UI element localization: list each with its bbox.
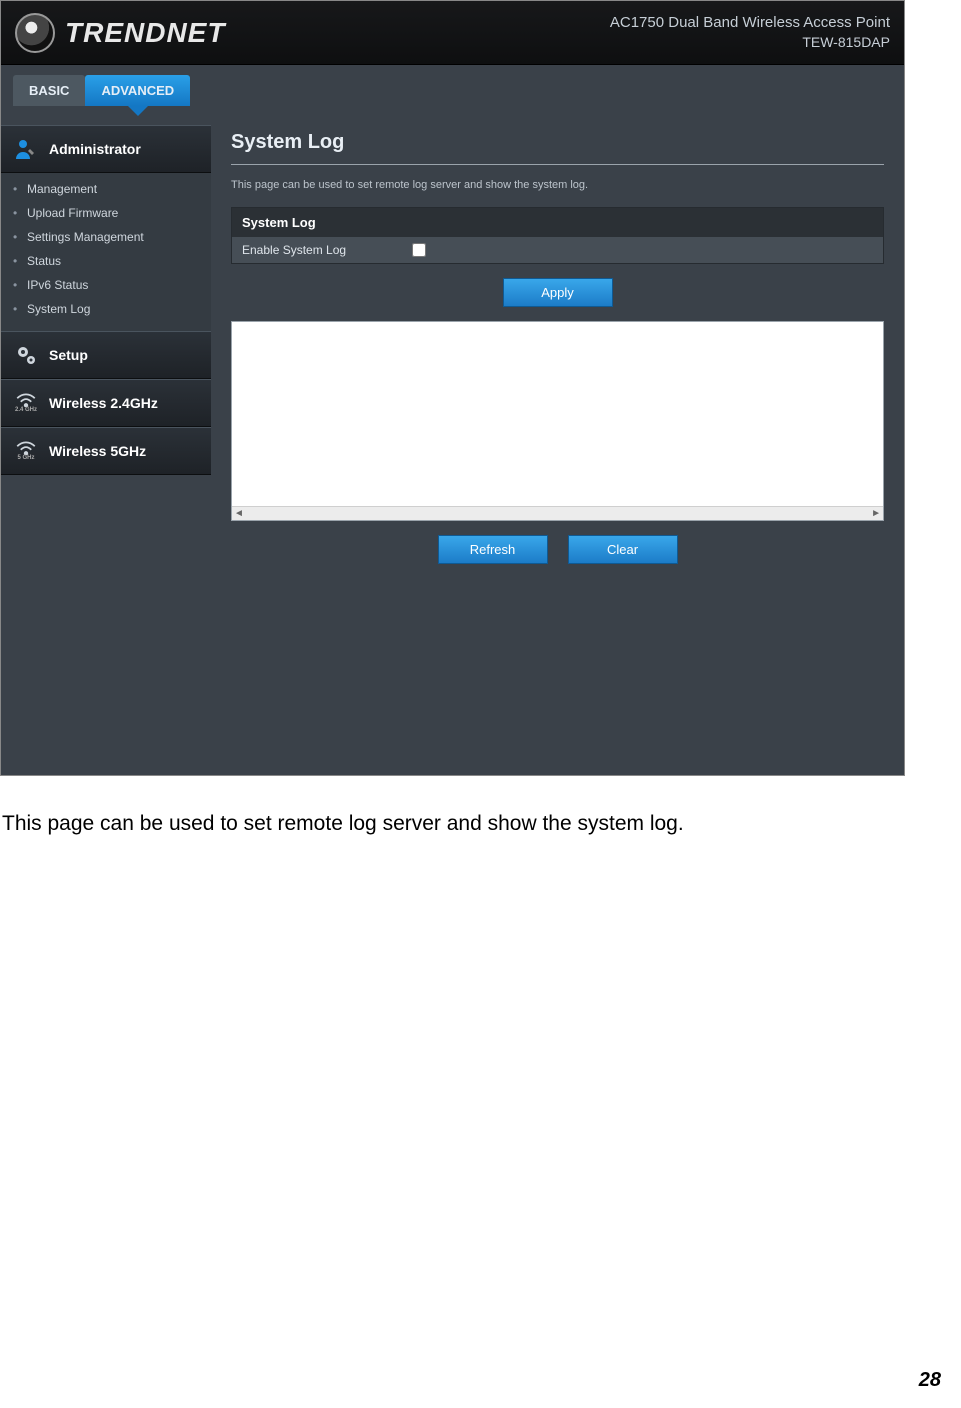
tab-advanced[interactable]: ADVANCED — [85, 75, 190, 106]
enable-system-log-label: Enable System Log — [242, 243, 412, 257]
body-layout: Administrator Management Upload Firmware… — [1, 115, 904, 775]
page-description: This page can be used to set remote log … — [231, 179, 884, 191]
sidebar-section-setup[interactable]: Setup — [1, 331, 211, 379]
sidebar-item-ipv6-status[interactable]: IPv6 Status — [1, 273, 211, 297]
sidebar-section-administrator[interactable]: Administrator — [1, 125, 211, 173]
sidebar: Administrator Management Upload Firmware… — [1, 115, 211, 775]
brand-logo-icon — [15, 13, 55, 53]
horizontal-scrollbar[interactable]: ◄ ► — [232, 506, 883, 520]
sidebar-section-wireless-24[interactable]: 2.4 GHz Wireless 2.4GHz — [1, 379, 211, 427]
brand-block: TRENDNET — [15, 13, 225, 53]
enable-system-log-row: Enable System Log — [232, 237, 883, 263]
product-line: AC1750 Dual Band Wireless Access Point — [610, 12, 890, 33]
sidebar-items-administrator: Management Upload Firmware Settings Mana… — [1, 173, 211, 331]
system-log-output[interactable]: ◄ ► — [231, 321, 884, 521]
app-header: TRENDNET AC1750 Dual Band Wireless Acces… — [1, 1, 904, 65]
wifi-band-label: 2.4 GHz — [15, 407, 37, 413]
sidebar-item-system-log[interactable]: System Log — [1, 297, 211, 321]
user-wrench-icon — [13, 136, 39, 162]
refresh-button[interactable]: Refresh — [438, 535, 548, 564]
main-content: System Log This page can be used to set … — [211, 115, 904, 608]
brand-name: TRENDNET — [65, 17, 225, 49]
log-action-buttons: Refresh Clear — [231, 535, 884, 564]
scroll-left-icon[interactable]: ◄ — [234, 508, 244, 519]
sidebar-item-settings-management[interactable]: Settings Management — [1, 225, 211, 249]
system-log-panel: System Log Enable System Log — [231, 207, 884, 264]
panel-title: System Log — [232, 208, 883, 237]
mode-tabs: BASIC ADVANCED — [1, 65, 904, 115]
tab-basic[interactable]: BASIC — [13, 75, 85, 106]
sidebar-section-label: Administrator — [49, 141, 141, 157]
router-admin-screenshot: TRENDNET AC1750 Dual Band Wireless Acces… — [0, 0, 905, 776]
product-info: AC1750 Dual Band Wireless Access Point T… — [610, 12, 890, 53]
apply-button-row: Apply — [231, 278, 884, 307]
figure-caption: This page can be used to set remote log … — [2, 812, 961, 836]
sidebar-section-label: Setup — [49, 347, 88, 363]
wifi-icon: 5 GHz — [13, 438, 39, 464]
sidebar-item-management[interactable]: Management — [1, 177, 211, 201]
sidebar-item-upload-firmware[interactable]: Upload Firmware — [1, 201, 211, 225]
clear-button[interactable]: Clear — [568, 535, 678, 564]
sidebar-section-label: Wireless 5GHz — [49, 443, 146, 459]
gears-icon — [13, 342, 39, 368]
page-number: 28 — [919, 1369, 941, 1392]
page-title: System Log — [231, 125, 884, 165]
apply-button[interactable]: Apply — [503, 278, 613, 307]
product-model: TEW-815DAP — [610, 33, 890, 53]
enable-system-log-checkbox[interactable] — [412, 243, 426, 257]
scroll-right-icon[interactable]: ► — [871, 508, 881, 519]
wifi-band-label: 5 GHz — [17, 455, 34, 461]
sidebar-section-label: Wireless 2.4GHz — [49, 395, 158, 411]
sidebar-item-status[interactable]: Status — [1, 249, 211, 273]
wifi-icon: 2.4 GHz — [13, 390, 39, 416]
sidebar-section-wireless-5[interactable]: 5 GHz Wireless 5GHz — [1, 427, 211, 475]
